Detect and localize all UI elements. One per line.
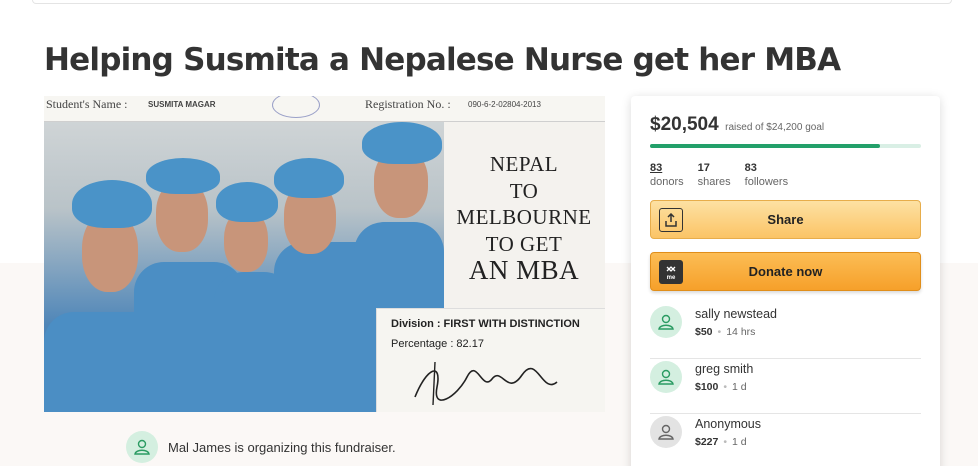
caption-line: NEPAL [489, 152, 559, 176]
raised-goal-text: raised of $24,200 goal [725, 122, 825, 133]
donor-name: sally newstead [695, 307, 777, 321]
donation-amount: $227 [695, 436, 719, 448]
avatar [126, 431, 158, 463]
list-item: Anonymous $227 • 1 d [650, 414, 921, 466]
donor-name: Anonymous [695, 417, 762, 431]
raised-amount: $20,504 [650, 114, 719, 135]
stat-label: shares [697, 176, 731, 188]
top-card-edge [32, 0, 952, 4]
division-text: Division : FIRST WITH DISTINCTION [391, 318, 580, 330]
donation-amount: $50 [695, 326, 713, 338]
user-icon [134, 439, 150, 455]
student-name-label: Student's Name : [46, 97, 128, 111]
registration-value: 090-6-2-02804-2013 [468, 100, 541, 109]
registration-label: Registration No. : [365, 97, 451, 111]
image-caption: NEPAL TO MELBOURNE TO GET AN MBA [449, 151, 599, 284]
share-icon [659, 208, 683, 232]
caption-line: TO GET [485, 231, 563, 256]
stat-value: 83 [650, 162, 663, 174]
user-icon [658, 424, 674, 440]
user-icon [658, 314, 674, 330]
progress-fill [650, 144, 880, 148]
user-icon [658, 369, 674, 385]
gofundme-icon: me [659, 260, 683, 284]
campaign-image[interactable]: Student's Name : SUSMITA MAGAR Registrat… [44, 96, 605, 412]
stat-donors[interactable]: 83 donors [650, 161, 684, 189]
progress-bar [650, 144, 921, 148]
raised-summary: $20,504 raised of $24,200 goal [650, 114, 824, 136]
stat-shares: 17 shares [698, 161, 731, 189]
avatar [650, 361, 682, 393]
list-item: greg smith $100 • 1 d [650, 359, 921, 414]
stat-followers: 83 followers [745, 161, 788, 189]
donate-button[interactable]: me Donate now [650, 252, 921, 291]
recent-donations-list: sally newstead $50 • 14 hrs greg smith $10… [650, 304, 921, 466]
avatar [650, 306, 682, 338]
page-title: Helping Susmita a Nepalese Nurse get her… [44, 42, 841, 78]
donation-amount: $100 [695, 381, 719, 393]
donor-name: greg smith [695, 362, 754, 376]
organizer-row[interactable]: Mal James is organizing this fundraiser. [126, 431, 396, 463]
seal-icon [272, 96, 320, 118]
donation-sidebar: $20,504 raised of $24,200 goal 83 donors… [631, 96, 940, 466]
share-button[interactable]: Share [650, 200, 921, 239]
svg-text:me: me [667, 275, 676, 280]
certificate-header: Student's Name : SUSMITA MAGAR Registrat… [44, 96, 605, 122]
signature-icon [414, 361, 558, 406]
donation-time: 1 d [732, 436, 747, 448]
stat-value: 83 [744, 162, 757, 174]
caption-line: TO [509, 178, 539, 203]
stat-label: followers [744, 176, 789, 188]
avatar [650, 416, 682, 448]
certificate-excerpt: Division : FIRST WITH DISTINCTION Percen… [376, 308, 605, 412]
share-button-label: Share [767, 212, 804, 227]
organizer-text: Mal James is organizing this fundraiser. [168, 439, 396, 455]
caption-line: MELBOURNE [456, 205, 592, 229]
stat-value: 17 [697, 162, 710, 174]
donation-time: 1 d [732, 381, 747, 393]
donation-time: 14 hrs [726, 326, 756, 338]
donation-meta: $227 • 1 d [695, 436, 747, 448]
donation-meta: $100 • 1 d [695, 381, 747, 393]
donate-button-label: Donate now [748, 264, 823, 279]
campaign-stats: 83 donors 17 shares 83 followers [650, 161, 788, 189]
list-item: sally newstead $50 • 14 hrs [650, 304, 921, 359]
donation-meta: $50 • 14 hrs [695, 326, 756, 338]
caption-line: AN MBA [468, 255, 580, 285]
student-name-value: SUSMITA MAGAR [148, 100, 216, 109]
percentage-text: Percentage : 82.17 [391, 338, 484, 350]
stat-label: donors [650, 176, 684, 188]
